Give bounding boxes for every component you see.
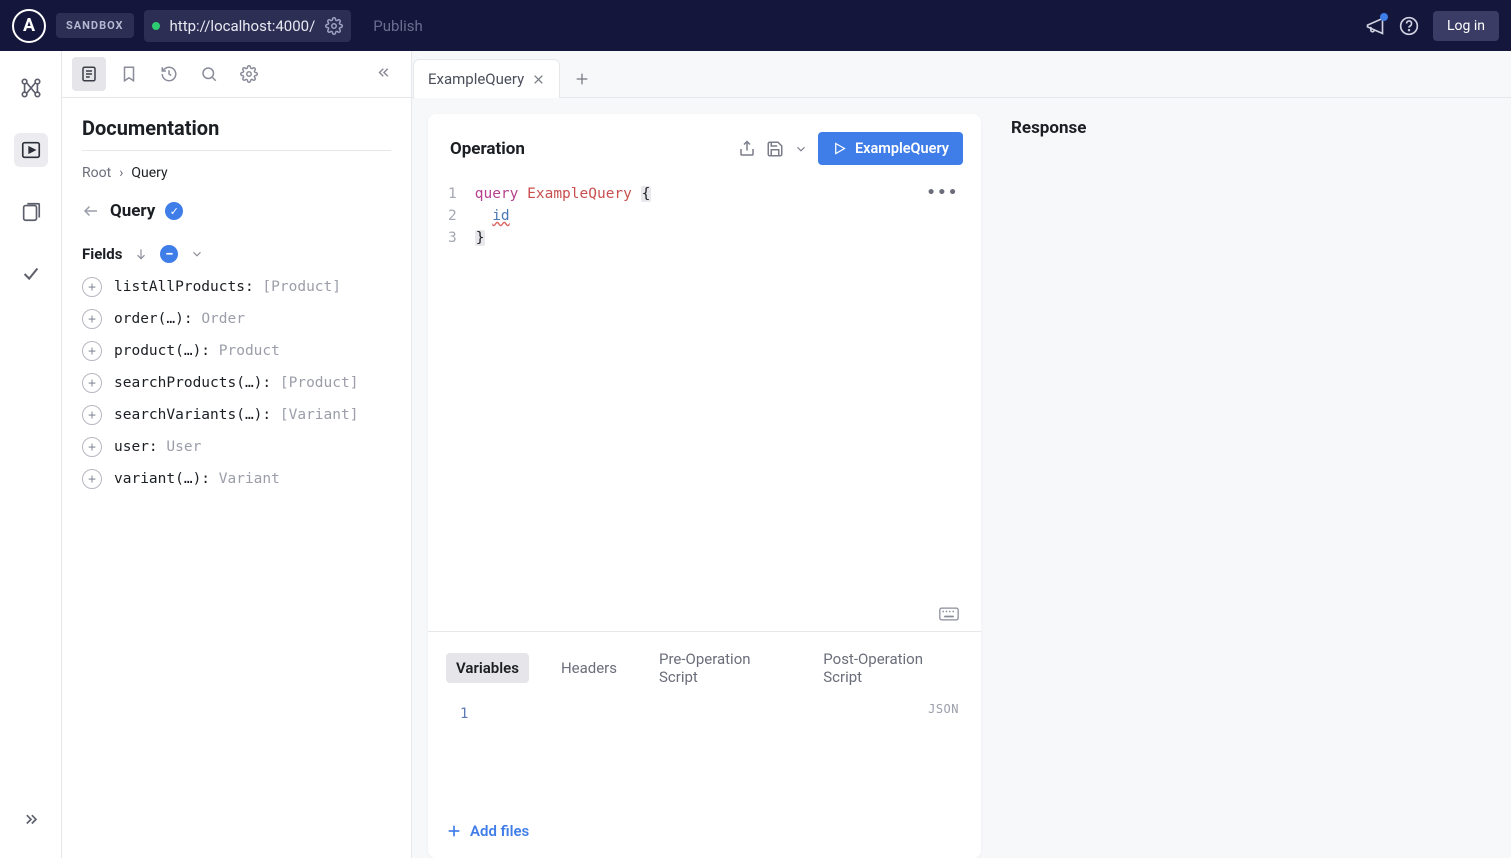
share-icon[interactable] (738, 140, 756, 158)
field-name: product(…): (114, 343, 210, 359)
left-rail (0, 51, 62, 858)
tab-example-query[interactable]: ExampleQuery (413, 59, 560, 98)
sandbox-badge: SANDBOX (56, 13, 134, 38)
url-box[interactable]: http://localhost:4000/ (144, 10, 352, 42)
tab-label: ExampleQuery (428, 70, 524, 88)
add-field-icon[interactable]: + (82, 341, 102, 361)
field-type: [Product] (280, 375, 359, 391)
field-name: variant(…): (114, 471, 210, 487)
vars-tab[interactable]: Variables (446, 653, 529, 683)
code-editor[interactable]: 123 query ExampleQuery { id } ••• (428, 179, 981, 631)
operation-column: Operation ExampleQuery (428, 114, 981, 858)
add-field-icon[interactable]: + (82, 309, 102, 329)
line-gutter: 123 (448, 183, 475, 627)
field-name: searchVariants(…): (114, 407, 271, 423)
run-label: ExampleQuery (855, 140, 949, 157)
notification-dot-icon (1380, 13, 1388, 21)
field-name: searchProducts(…): (114, 375, 271, 391)
add-field-icon[interactable]: + (82, 469, 102, 489)
check-badge-icon: ✓ (165, 202, 183, 220)
field-type: User (166, 439, 201, 455)
json-label: JSON (928, 702, 959, 716)
subgraph-icon[interactable] (14, 195, 48, 229)
fields-label: Fields (82, 245, 122, 263)
publish-button: Publish (361, 11, 434, 41)
field-name: order(…): (114, 311, 193, 327)
field-name: user: (114, 439, 158, 455)
vars-tab[interactable]: Headers (551, 653, 627, 683)
vars-tab[interactable]: Pre-Operation Script (649, 644, 791, 692)
add-files-button[interactable]: Add files (446, 822, 963, 840)
breadcrumb: Root › Query (82, 165, 391, 181)
status-dot-icon (152, 22, 160, 30)
more-icon[interactable]: ••• (927, 185, 959, 201)
field-row[interactable]: + order(…): Order (82, 309, 391, 329)
schema-icon[interactable] (14, 71, 48, 105)
collapse-all-icon[interactable]: − (160, 245, 178, 263)
settings-icon[interactable] (232, 57, 266, 91)
field-row[interactable]: + listAllProducts: [Product] (82, 277, 391, 297)
login-button[interactable]: Log in (1433, 11, 1499, 41)
doc-tab-icon[interactable] (72, 57, 106, 91)
field-row[interactable]: + searchProducts(…): [Product] (82, 373, 391, 393)
collapse-panel-icon[interactable] (367, 57, 401, 91)
gear-icon[interactable] (325, 17, 343, 35)
back-arrow-icon[interactable] (82, 202, 100, 220)
add-field-icon[interactable]: + (82, 373, 102, 393)
breadcrumb-root[interactable]: Root (82, 165, 111, 181)
sort-icon[interactable] (134, 247, 148, 261)
add-files-label: Add files (470, 822, 529, 840)
add-field-icon[interactable]: + (82, 437, 102, 457)
keyboard-icon[interactable] (939, 607, 959, 621)
chevron-right-icon: › (119, 165, 123, 181)
url-text: http://localhost:4000/ (170, 17, 316, 35)
run-button[interactable]: ExampleQuery (818, 132, 963, 165)
search-icon[interactable] (192, 57, 226, 91)
response-title: Response (1011, 118, 1491, 138)
add-tab-button[interactable] (560, 61, 604, 97)
close-icon[interactable] (532, 73, 545, 86)
operation-title: Operation (450, 139, 728, 159)
chevron-down-icon[interactable] (190, 247, 204, 261)
vars-line-number: 1 (446, 702, 963, 722)
bookmark-icon[interactable] (112, 57, 146, 91)
checks-icon[interactable] (14, 257, 48, 291)
field-row[interactable]: + user: User (82, 437, 391, 457)
divider (82, 150, 391, 151)
vars-tab[interactable]: Post-Operation Script (813, 644, 963, 692)
doc-title: Documentation (82, 116, 391, 140)
variables-editor[interactable]: JSON 1 (446, 702, 963, 802)
history-icon[interactable] (152, 57, 186, 91)
apollo-logo: A (12, 9, 46, 43)
field-name: listAllProducts: (114, 279, 254, 295)
tab-bar: ExampleQuery (412, 51, 1511, 98)
code-content: query ExampleQuery { id } (475, 183, 652, 627)
field-type: Product (219, 343, 280, 359)
expand-rail-icon[interactable] (14, 804, 48, 838)
save-icon[interactable] (766, 140, 784, 158)
field-row[interactable]: + product(…): Product (82, 341, 391, 361)
doc-toolbar (62, 51, 411, 98)
add-field-icon[interactable]: + (82, 405, 102, 425)
field-type: Variant (219, 471, 280, 487)
dropdown-icon[interactable] (794, 142, 808, 156)
response-column: Response (1011, 114, 1491, 858)
field-type: Order (201, 311, 245, 327)
add-field-icon[interactable]: + (82, 277, 102, 297)
announcements-icon[interactable] (1365, 16, 1385, 36)
variables-panel: Variables Headers Pre-Operation Script Post… (428, 631, 981, 858)
breadcrumb-current: Query (131, 165, 167, 181)
field-type: [Variant] (280, 407, 359, 423)
top-bar: A SANDBOX http://localhost:4000/ Publish… (0, 0, 1511, 51)
documentation-panel: Documentation Root › Query Query ✓ Field… (62, 51, 412, 858)
field-row[interactable]: + variant(…): Variant (82, 469, 391, 489)
type-name: Query (110, 201, 155, 221)
explorer-icon[interactable] (14, 133, 48, 167)
field-type: [Product] (262, 279, 341, 295)
help-icon[interactable] (1399, 16, 1419, 36)
field-row[interactable]: + searchVariants(…): [Variant] (82, 405, 391, 425)
